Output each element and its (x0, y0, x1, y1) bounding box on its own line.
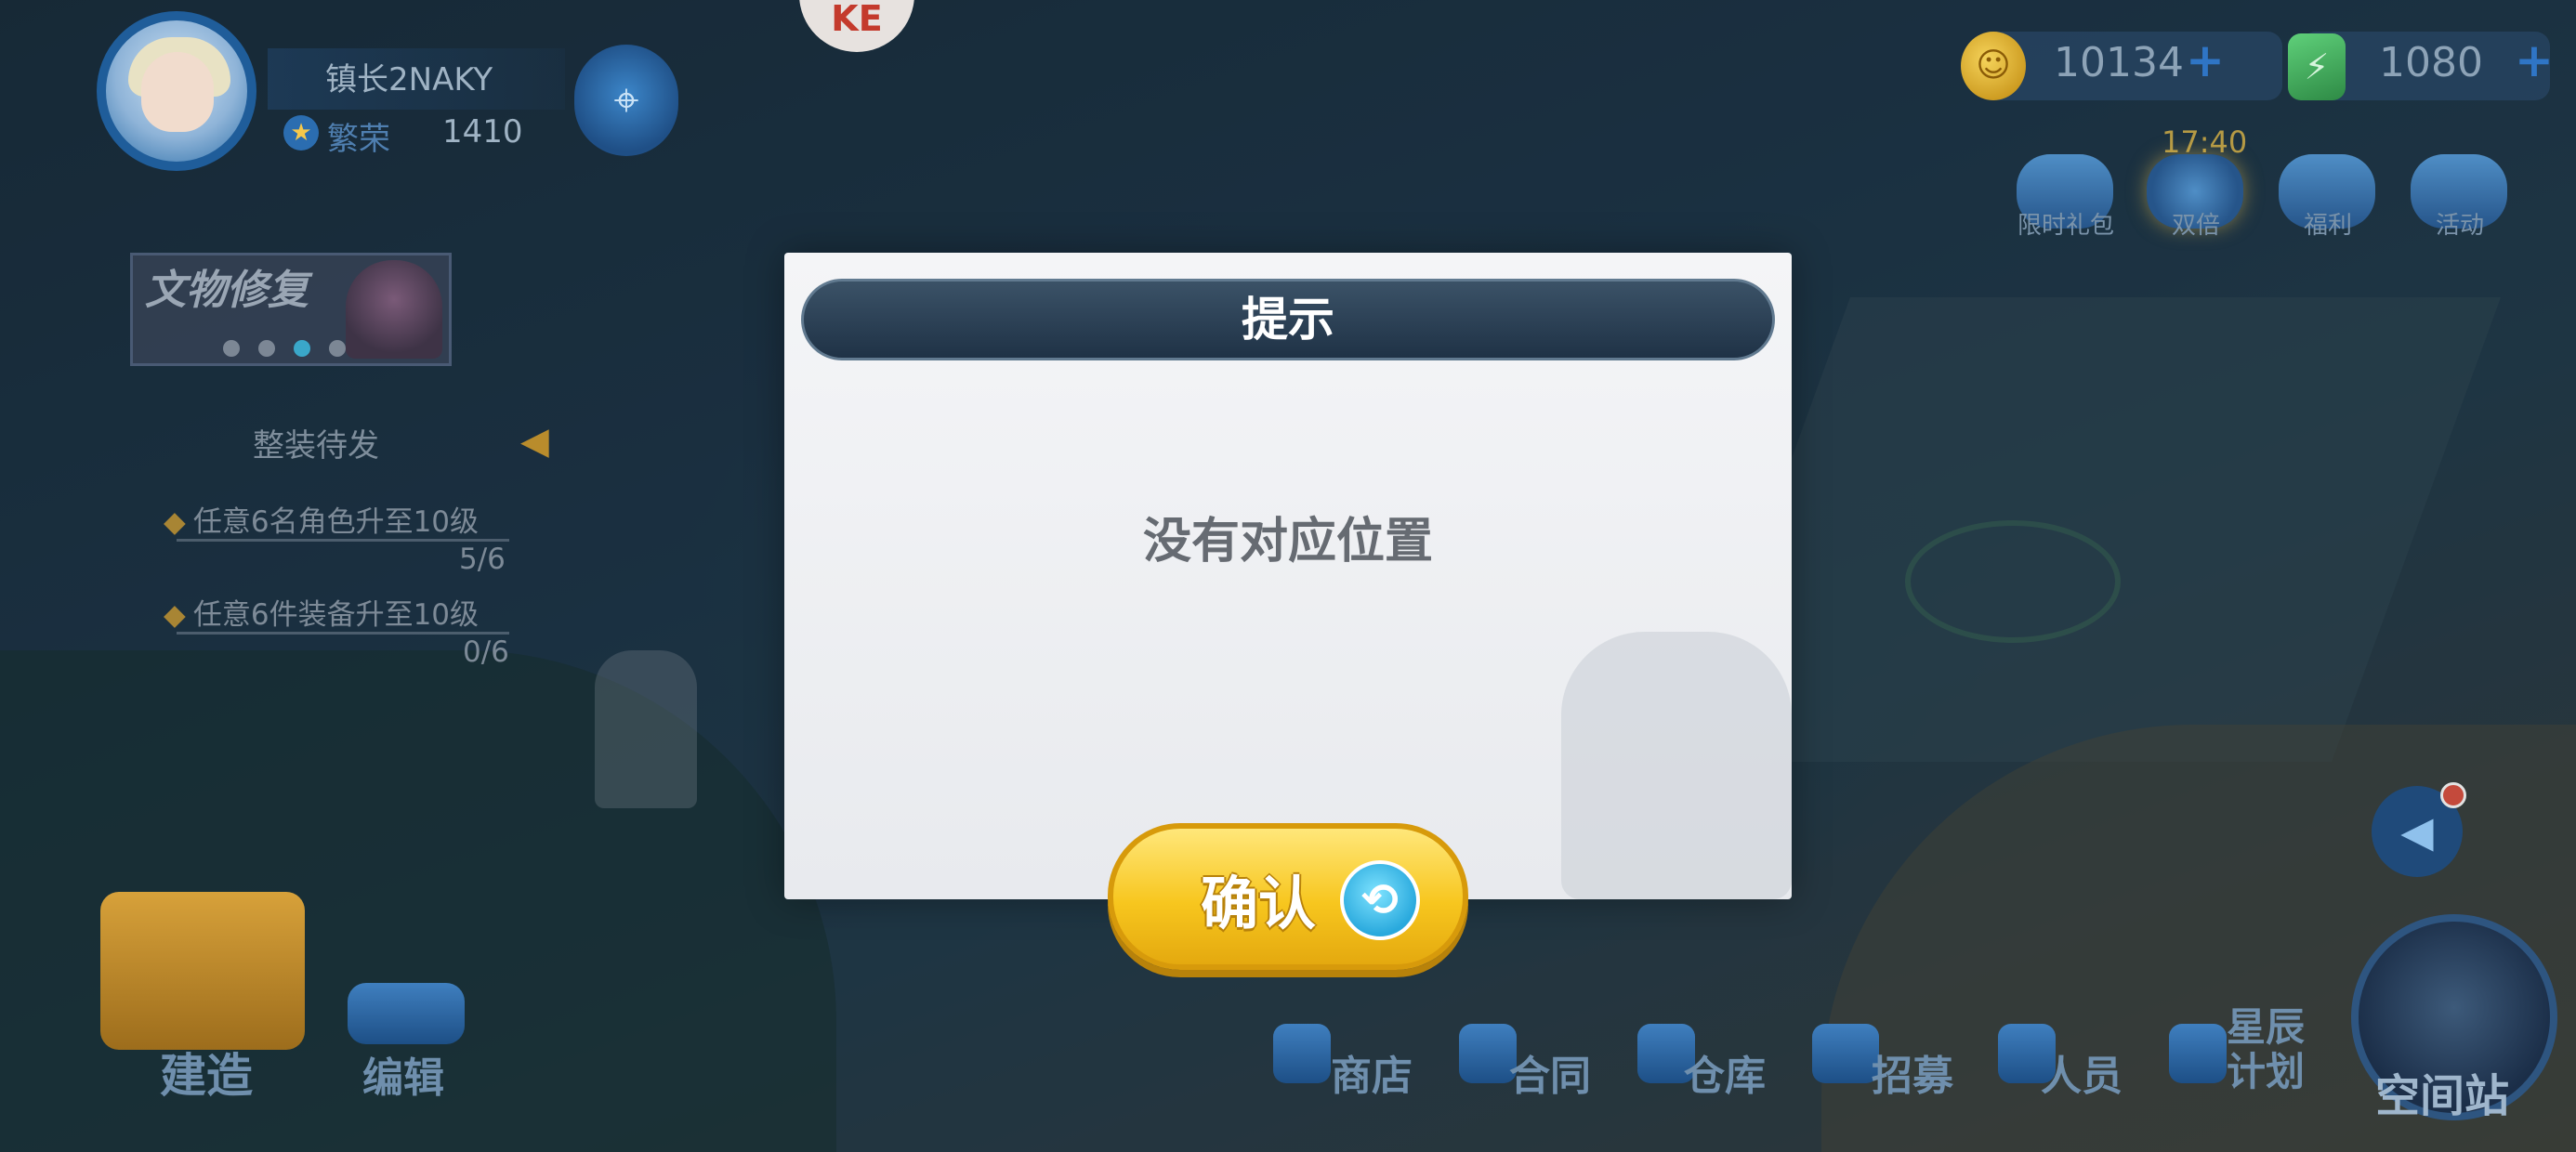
contract-icon[interactable] (1459, 1024, 1517, 1083)
event-label: 限时礼包 (2017, 212, 2114, 240)
edit-icon[interactable] (348, 983, 465, 1044)
task-progress: 0/6 (463, 635, 509, 669)
task-divider (177, 632, 509, 635)
task-bullet-icon: ◆ (164, 598, 186, 632)
dialog-message: 没有对应位置 (1142, 514, 1433, 569)
nav-recruit[interactable]: 招募 (1872, 1042, 1953, 1102)
build-button-label[interactable]: 建造 (160, 1039, 253, 1106)
nav-staff[interactable]: 人员 (2041, 1042, 2123, 1102)
gem-icon: ⚡ (2288, 33, 2346, 100)
mascot-watermark-icon (1561, 632, 1792, 899)
nav-star-plan[interactable]: 星辰 计划 (2227, 1005, 2305, 1094)
nav-contract[interactable]: 合同 (1509, 1042, 1591, 1102)
recruit-truck-icon[interactable] (1812, 1024, 1879, 1083)
quest-page-dots (223, 340, 364, 360)
task-item: ◆ 任意6名角色升至10级 (164, 498, 479, 540)
dialog-title: 提示 (1242, 293, 1334, 347)
player-name: 镇长2NAKY (325, 61, 493, 98)
page-dot-active (294, 340, 310, 357)
event-label: 双倍 (2171, 212, 2220, 240)
player-avatar[interactable] (97, 11, 256, 171)
gem-value: 1080 (2379, 39, 2483, 86)
task-progress: 5/6 (459, 543, 506, 576)
page-dot (258, 340, 275, 357)
quest-status: 整装待发 (253, 427, 379, 465)
event-label: 福利 (2303, 212, 2352, 240)
build-crane-icon[interactable] (100, 892, 305, 1050)
coin-value: 10134 (2054, 39, 2184, 86)
nav-star-plan-line1: 星辰 (2227, 1004, 2306, 1050)
task-text: 任意6件装备升至10级 (192, 598, 480, 632)
collapse-arrow-icon[interactable]: ◀ (520, 420, 549, 463)
notification-dot (2440, 782, 2466, 808)
quest-title: 文物修复 (145, 267, 309, 314)
task-divider (177, 539, 509, 542)
cart-icon[interactable] (1273, 1024, 1331, 1083)
event-label: 活动 (2435, 212, 2484, 240)
avatar-face (141, 52, 214, 132)
task-text: 任意6名角色升至10级 (192, 505, 480, 539)
map-button[interactable]: ⌖ (574, 45, 678, 156)
star-plan-icon[interactable] (2169, 1024, 2227, 1083)
nav-shop[interactable]: 商店 (1331, 1042, 1413, 1102)
task-item: ◆ 任意6件装备升至10级 (164, 591, 479, 633)
refresh-icon[interactable]: ⟲ (1340, 860, 1420, 940)
add-coins-button[interactable]: + (2186, 33, 2225, 87)
page-dot (329, 340, 346, 357)
edit-button-label[interactable]: 编辑 (362, 1044, 444, 1104)
map-icon: ⌖ (613, 74, 639, 126)
nav-warehouse[interactable]: 仓库 (1684, 1042, 1766, 1102)
confirm-button-label[interactable]: 确认 (1201, 857, 1316, 940)
prosperity-value: 1410 (442, 113, 523, 151)
task-bullet-icon: ◆ (164, 505, 186, 539)
coin-icon: ☺ (1961, 32, 2026, 100)
prosperity-star-icon: ★ (283, 115, 319, 151)
add-gems-button[interactable]: + (2515, 33, 2554, 87)
page-dot (223, 340, 240, 357)
nav-star-plan-line2: 计划 (2227, 1049, 2306, 1094)
space-station-label[interactable]: 空间站 (2375, 1059, 2509, 1124)
prosperity-label: 繁荣 (327, 121, 390, 158)
